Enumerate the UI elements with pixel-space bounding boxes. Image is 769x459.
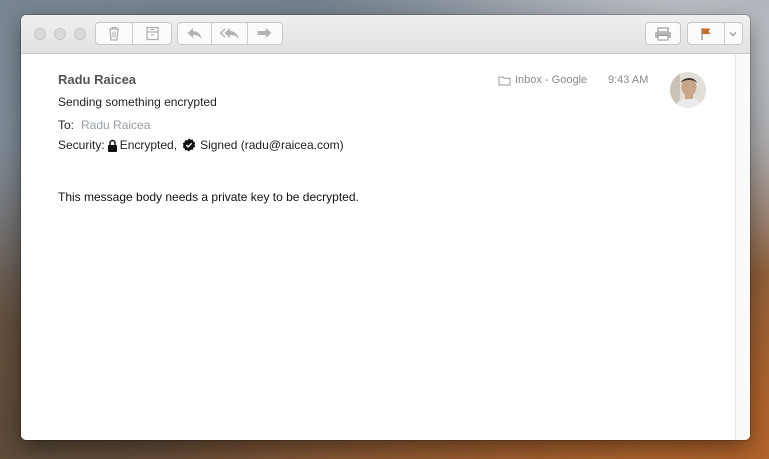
chevron-down-icon — [729, 31, 737, 36]
flag-shape — [702, 28, 711, 34]
reply-all-icon — [219, 28, 239, 39]
forward-icon — [257, 28, 272, 38]
reply-icon — [187, 28, 202, 39]
message-subject: Sending something encrypted — [58, 95, 217, 109]
message-view: Radu Raicea Sending something encrypted … — [21, 54, 736, 440]
message-body: This message body needs a private key to… — [58, 190, 359, 204]
print-icon — [655, 26, 671, 41]
forward-button[interactable] — [248, 23, 282, 44]
window-close-button[interactable] — [34, 28, 46, 40]
archive-button[interactable] — [133, 23, 171, 44]
flag-menu-button[interactable] — [725, 23, 742, 44]
mail-message-window: Radu Raicea Sending something encrypted … — [21, 15, 750, 440]
delete-archive-group — [95, 22, 172, 45]
recipient-row: To: Radu Raicea — [58, 118, 150, 132]
reply-group — [177, 22, 283, 45]
print-group — [645, 22, 681, 45]
archive-icon — [145, 26, 159, 41]
lock-icon — [107, 139, 117, 152]
reply-all-button[interactable] — [212, 23, 248, 44]
sender-name[interactable]: Radu Raicea — [58, 72, 136, 87]
mailbox-name: Inbox - Google — [515, 74, 588, 86]
scrollbar[interactable] — [735, 54, 750, 440]
mailbox-location[interactable]: Inbox - Google — [498, 74, 587, 86]
toolbar — [21, 15, 750, 54]
encrypted-label: Encrypted, — [119, 138, 178, 152]
trash-icon — [109, 26, 120, 41]
signed-label: Signed (radu@raicea.com) — [200, 138, 344, 152]
sender-avatar — [670, 72, 706, 108]
window-zoom-button[interactable] — [74, 28, 86, 40]
delete-button[interactable] — [96, 23, 134, 44]
folder-icon — [498, 76, 511, 85]
flag-icon — [701, 27, 711, 40]
flag-button[interactable] — [688, 23, 725, 44]
print-button[interactable] — [646, 23, 680, 44]
window-minimize-button[interactable] — [54, 28, 66, 40]
message-time: 9:43 AM — [608, 74, 649, 86]
to-label: To: — [58, 118, 75, 132]
verified-badge-icon — [182, 138, 196, 152]
avatar-photo — [670, 72, 706, 108]
recipient-name[interactable]: Radu Raicea — [81, 118, 150, 132]
flag-group — [687, 22, 743, 45]
reply-button[interactable] — [178, 23, 213, 44]
security-row: Security: Encrypted, Signed (radu@raicea… — [58, 138, 344, 152]
security-label: Security: — [58, 138, 105, 152]
